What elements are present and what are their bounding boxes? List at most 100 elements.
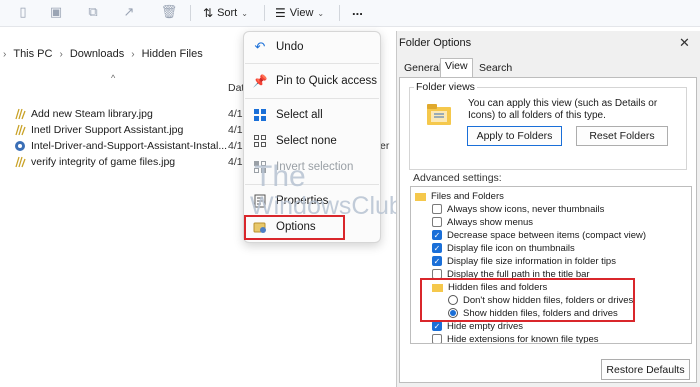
checkbox[interactable] xyxy=(432,217,442,227)
setting-compact-view[interactable]: ✓ Decrease space between items (compact … xyxy=(432,229,646,241)
more-options-button[interactable]: ... xyxy=(352,0,363,20)
menu-item-undo[interactable]: ↶ Undo xyxy=(244,35,380,59)
date-column-header[interactable]: Dat xyxy=(228,82,244,94)
button-label: Reset Folders xyxy=(589,130,655,142)
restore-defaults-button[interactable]: Restore Defaults xyxy=(601,359,690,380)
menu-item-select-all[interactable]: Select all xyxy=(244,103,380,127)
file-row[interactable]: Add new Steam library.jpg xyxy=(14,106,153,122)
setting-file-icon-on-thumbnails[interactable]: ✓ Display file icon on thumbnails xyxy=(432,242,575,254)
dialog-title: Folder Options xyxy=(399,37,472,49)
file-name: verify integrity of game files.jpg xyxy=(31,156,176,168)
view-tab-panel: Folder views You can apply this view (su… xyxy=(399,77,697,383)
file-row[interactable]: Intel-Driver-and-Support-Assistant-Insta… xyxy=(14,138,227,154)
folder-icon xyxy=(427,104,451,125)
file-row[interactable]: Inetl Driver Support Assistant.jpg xyxy=(14,122,183,138)
setting-label: Files and Folders xyxy=(431,190,504,202)
menu-item-label: Pin to Quick access xyxy=(276,75,377,87)
setting-hide-extensions[interactable]: Hide extensions for known file types xyxy=(432,333,599,344)
close-icon[interactable]: ✕ xyxy=(679,35,690,51)
setting-label: Always show icons, never thumbnails xyxy=(447,203,605,215)
tab-search[interactable]: Search xyxy=(475,61,516,77)
checkbox-checked[interactable]: ✓ xyxy=(432,243,442,253)
menu-item-label: Select none xyxy=(276,135,337,147)
checkbox-checked[interactable]: ✓ xyxy=(432,256,442,266)
button-label: Restore Defaults xyxy=(606,363,685,376)
file-name: Inetl Driver Support Assistant.jpg xyxy=(31,124,184,136)
file-name: Intel-Driver-and-Support-Assistant-Insta… xyxy=(31,140,228,152)
file-date: 4/1 xyxy=(228,124,243,136)
watermark: The WindowsClub xyxy=(250,160,436,230)
hidden-files-highlight-box xyxy=(420,278,635,322)
sort-ascending-icon: ^ xyxy=(111,73,116,83)
setting-label: Always show menus xyxy=(447,216,534,228)
breadcrumb-this-pc[interactable]: This PC xyxy=(9,48,56,60)
chevron-down-icon: ⌄ xyxy=(317,8,325,18)
folder-options-dialog: Folder Options ✕ General View Search Fol… xyxy=(396,31,700,387)
breadcrumb-hidden-files[interactable]: Hidden Files xyxy=(138,48,207,60)
file-date: 4/1 xyxy=(228,108,243,120)
select-none-icon xyxy=(253,134,267,148)
checkbox-checked[interactable]: ✓ xyxy=(432,321,442,331)
file-date: 4/1 xyxy=(228,140,243,152)
image-file-icon xyxy=(15,156,26,168)
sort-button[interactable]: ⇅ Sort ⌄ xyxy=(203,3,248,23)
chevron-right-icon: › xyxy=(59,48,63,60)
menu-item-pin-to-quick-access[interactable]: 📌 Pin to Quick access xyxy=(244,69,380,93)
setting-label: Decrease space between items (compact vi… xyxy=(447,229,647,241)
chevron-down-icon: ⌄ xyxy=(241,8,248,18)
group-title: Folder views xyxy=(414,81,477,93)
reset-folders-button[interactable]: Reset Folders xyxy=(576,126,668,146)
more-label: ... xyxy=(352,2,363,18)
undo-icon: ↶ xyxy=(254,39,266,54)
setting-label: Display file icon on thumbnails xyxy=(447,242,575,254)
image-file-icon xyxy=(15,108,26,120)
toolbar-divider xyxy=(339,5,340,21)
checkbox-checked[interactable]: ✓ xyxy=(432,230,442,240)
menu-item-label: Undo xyxy=(276,41,304,53)
new-item-icon[interactable]: ▯ xyxy=(15,4,31,20)
tab-general[interactable]: General xyxy=(400,61,445,77)
setting-label: Hide extensions for known file types xyxy=(447,333,599,344)
menu-divider xyxy=(245,98,379,99)
select-all-icon xyxy=(253,108,267,122)
checkbox[interactable] xyxy=(432,204,442,214)
explorer-toolbar: ▯ ▣ ⧉ ↗ 🗑 ⇅ Sort ⌄ ☰ View ⌄ ... xyxy=(0,0,700,27)
toolbar-divider xyxy=(264,5,265,21)
watermark-text: The xyxy=(254,160,306,193)
folder-views-description: You can apply this view (such as Details… xyxy=(468,98,658,121)
menu-item-select-none[interactable]: Select none xyxy=(244,129,380,153)
sort-label: Sort xyxy=(217,7,238,19)
chevron-right-icon: › xyxy=(3,48,7,60)
delete-icon[interactable]: 🗑 xyxy=(161,4,178,20)
apply-to-folders-button[interactable]: Apply to Folders xyxy=(467,126,562,146)
advanced-settings-label: Advanced settings: xyxy=(413,172,502,184)
cut-icon[interactable]: ▣ xyxy=(48,4,64,20)
setting-always-show-menus[interactable]: Always show menus xyxy=(432,216,533,228)
folder-icon xyxy=(415,192,426,201)
view-label: View xyxy=(289,7,314,19)
share-icon[interactable]: ↗ xyxy=(121,4,137,20)
button-label: Apply to Folders xyxy=(476,130,553,142)
setting-always-show-icons[interactable]: Always show icons, never thumbnails xyxy=(432,203,604,215)
menu-divider xyxy=(245,63,379,64)
pin-icon: 📌 xyxy=(252,74,268,88)
file-date: 4/1 xyxy=(228,156,243,168)
sort-icon: ⇅ xyxy=(203,6,214,20)
breadcrumb: › This PC › Downloads › Hidden Files xyxy=(0,44,207,64)
file-row[interactable]: verify integrity of game files.jpg xyxy=(14,154,175,170)
folder-views-group: Folder views You can apply this view (su… xyxy=(409,81,687,170)
setting-label: Hide empty drives xyxy=(447,320,524,332)
menu-item-label: Select all xyxy=(276,109,323,121)
tree-folder-files-and-folders[interactable]: Files and Folders xyxy=(415,190,504,202)
chevron-right-icon: › xyxy=(131,48,135,60)
view-icon: ☰ xyxy=(275,6,286,20)
toolbar-divider xyxy=(190,5,191,21)
file-name: Add new Steam library.jpg xyxy=(31,108,153,120)
checkbox[interactable] xyxy=(432,334,442,343)
tab-view[interactable]: View xyxy=(440,58,473,78)
copy-icon[interactable]: ⧉ xyxy=(85,4,101,20)
breadcrumb-downloads[interactable]: Downloads xyxy=(66,48,128,60)
setting-file-size-in-tips[interactable]: ✓ Display file size information in folde… xyxy=(432,255,616,267)
setting-label: Display file size information in folder … xyxy=(447,255,616,267)
view-button[interactable]: ☰ View ⌄ xyxy=(275,3,324,23)
